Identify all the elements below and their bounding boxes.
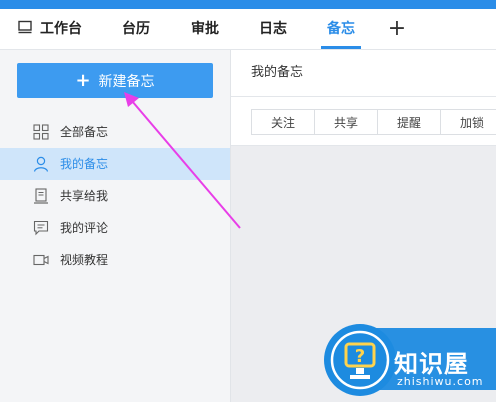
main-header: 我的备忘	[231, 50, 496, 97]
memo-toolbar: 关注 共享 提醒 加锁	[231, 97, 496, 146]
sidebar-item-label: 我的评论	[60, 221, 109, 235]
tab-approval[interactable]: 审批	[191, 9, 219, 49]
user-icon	[33, 156, 49, 172]
comment-icon	[33, 220, 49, 236]
svg-text:?: ?	[355, 346, 365, 367]
tab-memo[interactable]: 备忘	[321, 9, 361, 49]
video-icon	[33, 254, 49, 266]
sidebar-item-label: 我的备忘	[60, 157, 109, 171]
watermark-subtitle: zhishiwu.com	[397, 375, 484, 388]
sidebar: + 新建备忘 全部备忘 我的备忘 共享给我 我的评论 视频教程	[0, 50, 231, 402]
new-memo-label: 新建备忘	[98, 74, 155, 90]
sidebar-item-all-memos[interactable]: 全部备忘	[0, 116, 230, 148]
share-button[interactable]: 共享	[314, 109, 378, 135]
remind-button[interactable]: 提醒	[377, 109, 441, 135]
document-icon	[34, 188, 48, 204]
sidebar-item-my-comments[interactable]: 我的评论	[0, 212, 230, 244]
monitor-icon	[18, 20, 32, 34]
follow-button[interactable]: 关注	[251, 109, 315, 135]
plus-icon: +	[75, 70, 91, 91]
tab-log[interactable]: 日志	[259, 9, 287, 49]
lock-button[interactable]: 加锁	[440, 109, 496, 135]
sidebar-item-label: 视频教程	[60, 253, 109, 267]
top-nav: 工作台 台历 审批 日志 备忘	[0, 9, 496, 50]
new-memo-button[interactable]: + 新建备忘	[17, 63, 213, 98]
tab-calendar[interactable]: 台历	[122, 9, 150, 49]
sidebar-item-shared-to-me[interactable]: 共享给我	[0, 180, 230, 212]
watermark: ? 知识屋 zhishiwu.com	[322, 320, 496, 402]
sidebar-item-video-tutorial[interactable]: 视频教程	[0, 244, 230, 276]
tab-workbench[interactable]: 工作台	[40, 9, 82, 49]
sidebar-item-label: 全部备忘	[60, 125, 109, 139]
sidebar-item-label: 共享给我	[60, 189, 109, 203]
page-title: 我的备忘	[251, 65, 304, 80]
watermark-title: 知识屋	[394, 350, 469, 378]
top-accent-strip	[0, 0, 496, 9]
sidebar-item-my-memos[interactable]: 我的备忘	[0, 148, 230, 180]
add-tab-button[interactable]: +	[387, 9, 407, 49]
grid-icon	[33, 124, 49, 140]
